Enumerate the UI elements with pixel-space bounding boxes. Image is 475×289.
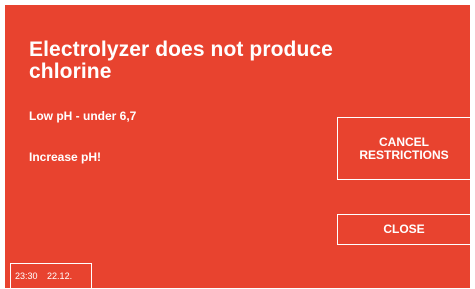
alarm-screen: Electrolyzer does not produce chlorine L… [5, 5, 470, 288]
close-button[interactable]: CLOSE [337, 214, 470, 245]
status-box: 23:30 22.12. [10, 263, 92, 288]
alarm-instruction: Increase pH! [29, 150, 102, 164]
alarm-message: Low pH - under 6,7 [29, 109, 137, 123]
close-label: CLOSE [383, 222, 425, 236]
cancel-restrictions-button[interactable]: CANCEL RESTRICTIONS [337, 117, 470, 180]
status-time: 23:30 [15, 271, 38, 281]
cancel-restrictions-label: CANCEL RESTRICTIONS [359, 134, 449, 162]
alarm-title: Electrolyzer does not produce chlorine [29, 38, 333, 83]
status-date: 22.12. [47, 271, 73, 281]
